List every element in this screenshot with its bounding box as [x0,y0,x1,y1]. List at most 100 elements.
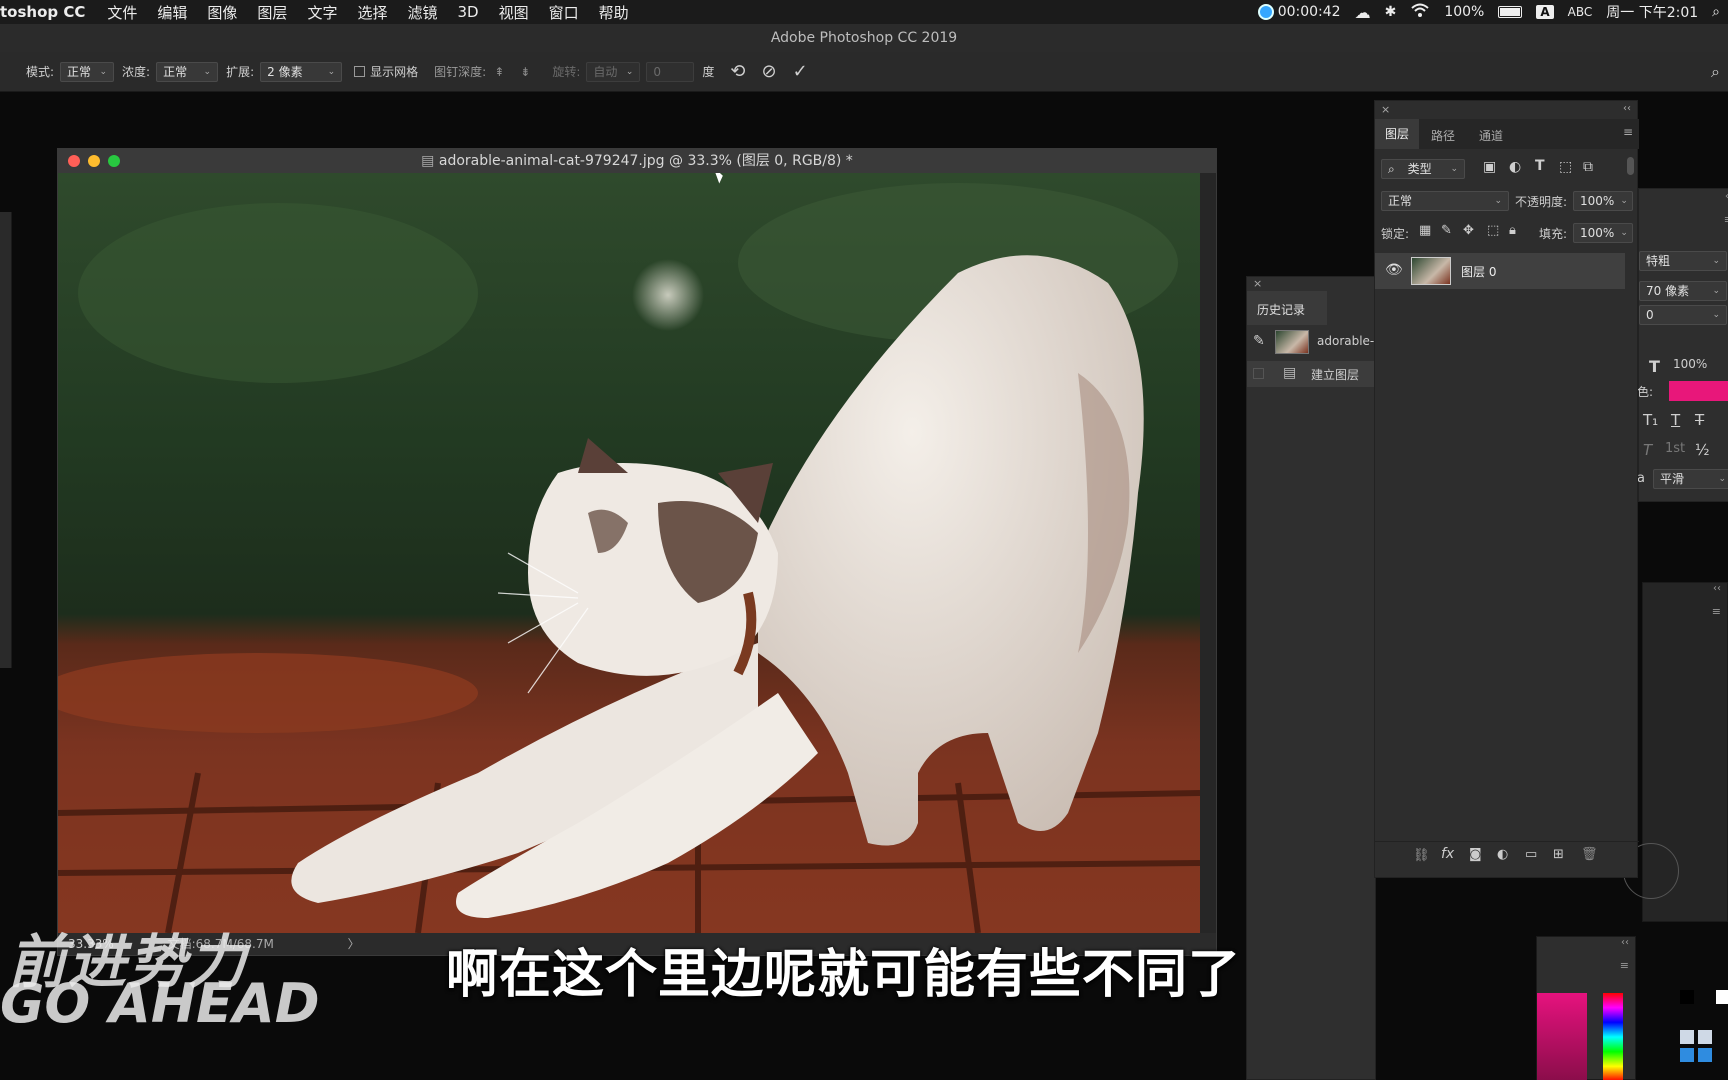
menu-file[interactable]: 文件 [97,2,147,23]
search-icon[interactable]: ⌕ [1711,62,1720,82]
menu-layer[interactable]: 图层 [247,2,297,23]
filter-smart-object-icon[interactable]: ⧉ [1583,159,1593,175]
underline-icon[interactable]: T [1671,411,1680,429]
text-color-swatch[interactable] [1669,381,1728,401]
strikethrough-icon[interactable]: T [1695,411,1704,429]
trash-icon[interactable]: 🗑︎ [1581,847,1598,862]
status-menu-arrow[interactable]: 〉 [348,937,360,951]
wifi-icon[interactable] [1410,2,1430,22]
zoom-window-button[interactable] [108,155,120,167]
expand-select[interactable]: 2 像素 ⌄ [260,61,343,82]
rotate-degree-input[interactable]: 0 [646,61,695,82]
step-checkbox[interactable] [1253,368,1264,379]
bluetooth-icon[interactable]: ✱ [1385,4,1397,20]
filter-type-select[interactable]: ⌕ 类型 ⌄ [1381,159,1465,179]
antialias-select[interactable]: 平滑 ⌄ [1653,469,1728,489]
show-grid-checkbox[interactable] [354,66,366,77]
input-source-icon[interactable]: A [1536,5,1554,19]
fx-icon[interactable]: fx [1441,846,1454,862]
strength-select[interactable]: 正常 ⌄ [156,61,219,82]
filter-shape-icon[interactable]: ⬚ [1559,159,1572,175]
collapse-icon[interactable]: ‹‹ [1713,583,1721,594]
blend-mode-select[interactable]: 正常 ⌄ [1381,191,1509,211]
opacity-input[interactable]: 100% ⌄ [1573,191,1633,211]
swatch[interactable] [1698,1030,1712,1044]
panel-menu-icon[interactable]: ≡ [1623,125,1633,139]
canvas-scrollbar[interactable] [1200,173,1216,933]
lock-pixels-icon[interactable]: ✎ [1441,223,1452,238]
pin-backward-icon[interactable]: ⇟ [520,65,530,79]
history-tab[interactable]: 历史记录 [1247,291,1327,325]
swatch[interactable] [1680,1030,1694,1044]
document-tab[interactable]: ▤ adorable-animal-cat-979247.jpg @ 33.3%… [58,149,1216,173]
subscript-icon[interactable]: T₁ [1643,411,1658,429]
hue-slider[interactable] [1603,993,1623,1080]
new-group-icon[interactable]: ▭ [1525,847,1537,862]
lock-position-icon[interactable]: ✥ [1463,223,1474,238]
tab-layers[interactable]: 图层 [1375,119,1419,149]
menu-select[interactable]: 选择 [347,2,397,23]
adjustment-layer-icon[interactable]: ◐ [1497,847,1508,862]
collapse-icon[interactable]: ‹‹ [1621,937,1629,948]
panel-menu-icon[interactable]: ≡ [1712,605,1721,618]
menu-filter[interactable]: 滤镜 [397,2,447,23]
filter-adjustment-icon[interactable]: ◐ [1509,159,1521,175]
history-step[interactable]: ▤ 建立图层 [1247,361,1377,387]
menu-image[interactable]: 图像 [197,2,247,23]
fraction-icon[interactable]: ½ [1695,441,1710,459]
minimize-window-button[interactable] [88,155,100,167]
menu-3d[interactable]: 3D [447,3,488,21]
eye-icon[interactable]: 👁︎ [1385,262,1403,278]
mode-select[interactable]: 正常 ⌄ [60,61,115,82]
recording-timer[interactable]: 00:00:42 [1257,4,1341,20]
reset-icon[interactable]: ⟲ [730,61,745,82]
filter-type-icon[interactable]: T [1535,158,1545,174]
font-weight-select[interactable]: 特粗 ⌄ [1639,251,1727,271]
menu-edit[interactable]: 编辑 [147,2,197,23]
link-layers-icon[interactable]: ⛓︎ [1413,848,1430,863]
lock-artboard-icon[interactable]: ⬚ [1487,223,1499,238]
collapse-icon[interactable]: ‹‹ [1623,103,1631,114]
swatch[interactable] [1680,990,1694,1004]
panel-menu-icon[interactable]: ≡ [1724,213,1728,226]
history-snapshot[interactable]: ✎ adorable- [1247,327,1377,357]
oblique-icon[interactable]: T [1643,441,1652,459]
layer-thumbnail[interactable] [1411,257,1451,285]
tab-paths[interactable]: 路径 [1431,127,1455,144]
swatch[interactable] [1698,1048,1712,1062]
close-window-button[interactable] [68,155,80,167]
menu-help[interactable]: 帮助 [589,2,639,23]
swatch[interactable] [1680,1048,1694,1062]
lock-transparency-icon[interactable]: ▦ [1419,223,1431,238]
close-panel-icon[interactable]: × [1381,103,1390,116]
battery-icon[interactable] [1498,6,1523,18]
add-mask-icon[interactable]: ◙ [1469,847,1482,862]
commit-icon[interactable]: ✓ [793,61,808,82]
canvas[interactable] [58,173,1200,933]
creative-cloud-icon[interactable]: ☁ [1355,3,1371,22]
layer-row[interactable]: 👁︎ 图层 0 [1375,253,1625,289]
fill-input[interactable]: 100% ⌄ [1573,223,1633,243]
menu-type[interactable]: 文字 [297,2,347,23]
panel-menu-icon[interactable]: ≡ [1620,959,1629,972]
tab-channels[interactable]: 通道 [1479,127,1503,144]
scale-value[interactable]: 100% [1673,357,1707,371]
app-menu[interactable]: toshop CC [0,3,97,21]
layer-name[interactable]: 图层 0 [1461,263,1496,280]
cancel-icon[interactable]: ⊘ [761,61,776,82]
input-source-label[interactable]: ABC [1568,5,1593,19]
font-size-select[interactable]: 70 像素 ⌄ [1639,281,1727,301]
ordinal-icon[interactable]: 1st [1665,441,1685,456]
swatch[interactable] [1716,990,1728,1004]
menu-window[interactable]: 窗口 [539,2,589,23]
filter-toggle[interactable] [1627,157,1634,175]
close-panel-icon[interactable]: × [1253,277,1262,290]
pin-forward-icon[interactable]: ⇞ [494,65,504,79]
lock-all-icon[interactable]: 🔒︎ [1509,223,1516,238]
color-field[interactable] [1537,993,1587,1080]
tracking-select[interactable]: 0 ⌄ [1639,305,1727,325]
menu-view[interactable]: 视图 [489,2,539,23]
new-layer-icon[interactable]: ⊞ [1553,847,1564,862]
rotate-select[interactable]: 自动 ⌄ [586,61,641,82]
filter-image-icon[interactable]: ▣ [1483,159,1496,175]
